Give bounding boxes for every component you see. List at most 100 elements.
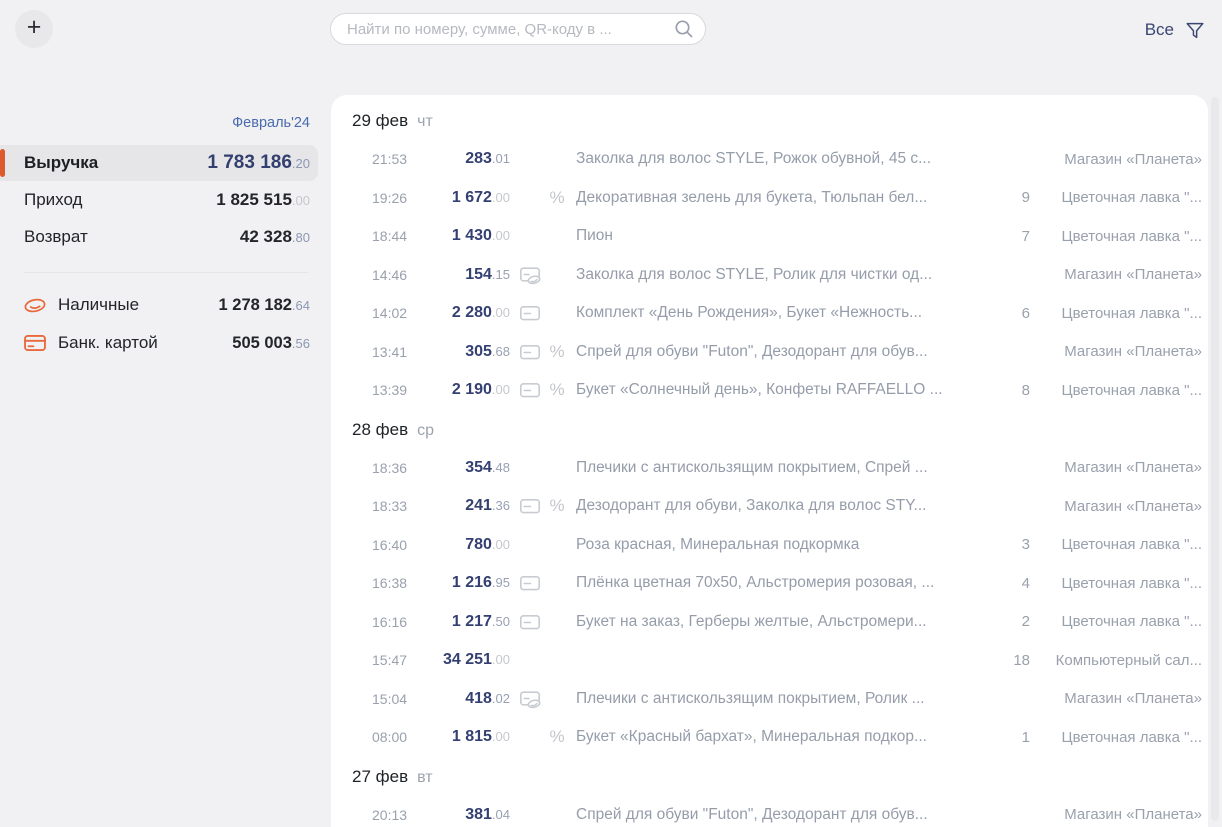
bank-card-icon <box>22 330 48 356</box>
mixed-payment-icon <box>518 263 542 287</box>
receipt-row[interactable]: 13:39 2 190.00 % Букет «Солнечный день»,… <box>352 371 1202 410</box>
filter-all-label[interactable]: Все <box>1145 20 1174 40</box>
receipt-description: Заколка для волос STYLE, Рожок обувной, … <box>576 150 1004 168</box>
payment-method-slot <box>518 186 542 210</box>
receipt-row[interactable]: 08:00 1 815.00 % Букет «Красный бархат»,… <box>352 718 1202 757</box>
payment-method-slot <box>518 648 542 672</box>
receipt-description: Плёнка цветная 70х50, Альстромерия розов… <box>576 574 1004 592</box>
receipt-time: 16:16 <box>372 614 414 630</box>
receipt-row[interactable]: 18:44 1 430.00 Пион 7 Цветочная лавка ".… <box>352 217 1202 256</box>
store-name: Цветочная лавка "... <box>1042 189 1202 206</box>
store-name: Магазин «Планета» <box>1042 498 1202 515</box>
store-name: Магазин «Планета» <box>1042 151 1202 168</box>
receipt-number: 3 <box>1004 536 1030 553</box>
payment-method-slot <box>518 340 542 364</box>
metric-income[interactable]: Приход 1 825 515.00 <box>0 182 318 218</box>
receipt-row[interactable]: 13:41 305.68 % Спрей для обуви "Futon", … <box>352 333 1202 372</box>
payment-method-slot <box>518 456 542 480</box>
receipt-row[interactable]: 15:47 34 251.00 18 Компьютерный сал... <box>352 641 1202 680</box>
add-receipt-button[interactable]: + <box>15 10 53 48</box>
payment-cash-value: 1 278 182.64 <box>219 296 310 315</box>
receipt-row[interactable]: 21:53 283.01 Заколка для волос STYLE, Ро… <box>352 140 1202 179</box>
store-name: Магазин «Планета» <box>1042 343 1202 360</box>
receipt-time: 18:44 <box>372 228 414 244</box>
receipt-amount: 1 216.95 <box>414 574 510 592</box>
receipt-amount: 354.48 <box>414 459 510 477</box>
payment-cash-row[interactable]: Наличные 1 278 182.64 <box>0 286 318 324</box>
store-name: Цветочная лавка "... <box>1042 305 1202 322</box>
search-input[interactable] <box>345 20 673 39</box>
receipt-description: Роза красная, Минеральная подкормка <box>576 536 1004 554</box>
receipt-number: 1 <box>1004 729 1030 746</box>
store-name: Магазин «Планета» <box>1042 806 1202 823</box>
group-date: 28 фев <box>352 420 408 440</box>
receipt-amount: 1 217.50 <box>414 613 510 631</box>
receipt-day-group: 28 фев ср 18:36 354.48 Плечики с антиско… <box>352 420 1202 757</box>
receipt-description: Пион <box>576 227 1004 245</box>
payment-cash-label: Наличные <box>58 295 139 315</box>
store-name: Компьютерный сал... <box>1042 652 1202 669</box>
card-payment-icon <box>518 494 542 518</box>
payment-card-row[interactable]: Банк. картой 505 003.56 <box>0 324 318 362</box>
metric-revenue[interactable]: Выручка 1 783 186.20 <box>0 145 318 181</box>
metric-refund-value: 42 328.80 <box>240 227 310 247</box>
payment-method-slot <box>518 687 542 711</box>
card-payment-icon <box>518 340 542 364</box>
receipt-number: 9 <box>1004 189 1030 206</box>
store-name: Цветочная лавка "... <box>1042 228 1202 245</box>
group-weekday: вт <box>417 768 432 788</box>
metric-income-value: 1 825 515.00 <box>216 190 310 210</box>
receipt-description: Спрей для обуви "Futon", Дезодорант для … <box>576 806 1004 824</box>
metric-refund[interactable]: Возврат 42 328.80 <box>0 219 318 255</box>
sidebar-divider <box>24 272 308 273</box>
payment-method-slot <box>518 301 542 325</box>
metric-refund-label: Возврат <box>24 227 88 247</box>
receipt-description: Букет «Солнечный день», Конфеты RAFFAELL… <box>576 381 1004 399</box>
receipt-row[interactable]: 15:04 418.02 Плечики с антискользящим по… <box>352 680 1202 719</box>
receipt-time: 18:33 <box>372 498 414 514</box>
receipt-time: 16:40 <box>372 537 414 553</box>
group-weekday: чт <box>417 112 433 132</box>
receipt-description: Комплект «День Рождения», Букет «Нежност… <box>576 304 1004 322</box>
receipt-time: 16:38 <box>372 575 414 591</box>
receipt-description: Плечики с антискользящим покрытием, Роли… <box>576 690 1004 708</box>
receipt-row[interactable]: 20:13 381.04 Спрей для обуви "Futon", Де… <box>352 796 1202 827</box>
receipt-amount: 34 251.00 <box>414 651 510 669</box>
group-date: 27 фев <box>352 767 408 787</box>
payment-method-slot <box>518 378 542 402</box>
payment-method-slot <box>518 571 542 595</box>
receipt-number: 7 <box>1004 228 1030 245</box>
card-payment-icon <box>518 378 542 402</box>
receipt-row[interactable]: 16:38 1 216.95 Плёнка цветная 70х50, Аль… <box>352 564 1202 603</box>
discount-percent-icon: % <box>548 380 566 400</box>
receipt-number: 4 <box>1004 575 1030 592</box>
group-date: 29 фев <box>352 111 408 131</box>
receipt-row[interactable]: 14:46 154.15 Заколка для волос STYLE, Ро… <box>352 256 1202 295</box>
receipt-amount: 283.01 <box>414 150 510 168</box>
search-box[interactable] <box>330 13 706 45</box>
filter-control[interactable]: Все <box>1145 17 1206 43</box>
receipt-amount: 780.00 <box>414 536 510 554</box>
discount-percent-icon: % <box>548 727 566 747</box>
discount-percent-icon: % <box>548 342 566 362</box>
store-name: Магазин «Планета» <box>1042 459 1202 476</box>
receipt-row[interactable]: 16:16 1 217.50 Букет на заказ, Герберы ж… <box>352 603 1202 642</box>
receipt-time: 15:04 <box>372 691 414 707</box>
metric-income-label: Приход <box>24 190 82 210</box>
store-name: Цветочная лавка "... <box>1042 575 1202 592</box>
payment-method-slot <box>518 610 542 634</box>
receipt-description: Спрей для обуви "Futon", Дезодорант для … <box>576 343 1004 361</box>
receipt-row[interactable]: 18:36 354.48 Плечики с антискользящим по… <box>352 449 1202 488</box>
receipt-number: 2 <box>1004 613 1030 630</box>
receipt-row[interactable]: 14:02 2 280.00 Комплект «День Рождения»,… <box>352 294 1202 333</box>
receipt-number: 18 <box>1004 652 1030 669</box>
receipt-row[interactable]: 16:40 780.00 Роза красная, Минеральная п… <box>352 526 1202 565</box>
scrollbar[interactable] <box>1211 97 1219 821</box>
filter-funnel-icon[interactable] <box>1184 19 1206 41</box>
receipt-row[interactable]: 19:26 1 672.00 % Декоративная зелень для… <box>352 179 1202 218</box>
receipt-number: 8 <box>1004 382 1030 399</box>
receipt-amount: 2 190.00 <box>414 381 510 399</box>
period-label[interactable]: Февраль'24 <box>0 95 318 145</box>
payment-method-slot <box>518 147 542 171</box>
receipt-row[interactable]: 18:33 241.36 % Дезодорант для обуви, Зак… <box>352 487 1202 526</box>
